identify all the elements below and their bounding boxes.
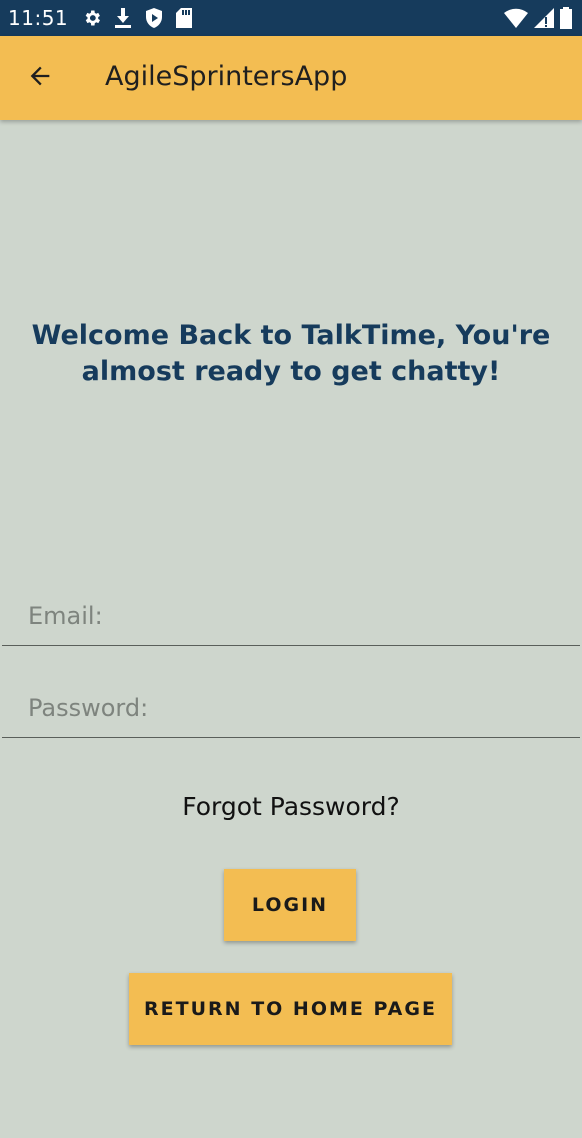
- status-icons-right: [504, 0, 572, 36]
- status-bar: 11:51: [0, 0, 582, 36]
- shield-play-icon: [144, 8, 164, 28]
- settings-icon: [82, 8, 102, 28]
- welcome-heading: Welcome Back to TalkTime, You're almost …: [31, 320, 551, 387]
- password-input[interactable]: [26, 687, 570, 729]
- login-button[interactable]: LOGIN: [224, 869, 356, 941]
- arrow-back-icon: [26, 62, 54, 95]
- signal-icon: [534, 8, 554, 28]
- download-icon: [114, 8, 132, 28]
- app-bar: AgileSprintersApp: [0, 36, 582, 120]
- forgot-password-link[interactable]: Forgot Password?: [0, 792, 582, 821]
- email-input[interactable]: [26, 595, 570, 637]
- password-field: [2, 677, 580, 738]
- wifi-icon: [504, 8, 528, 28]
- status-icons-left: [82, 8, 193, 28]
- battery-icon: [560, 7, 572, 29]
- app-title: AgileSprintersApp: [105, 61, 348, 92]
- sd-card-icon: [176, 8, 193, 28]
- email-field: [2, 585, 580, 646]
- return-home-button[interactable]: RETURN TO HOME PAGE: [129, 973, 452, 1045]
- status-time: 11:51: [8, 6, 69, 30]
- back-button[interactable]: [18, 56, 62, 100]
